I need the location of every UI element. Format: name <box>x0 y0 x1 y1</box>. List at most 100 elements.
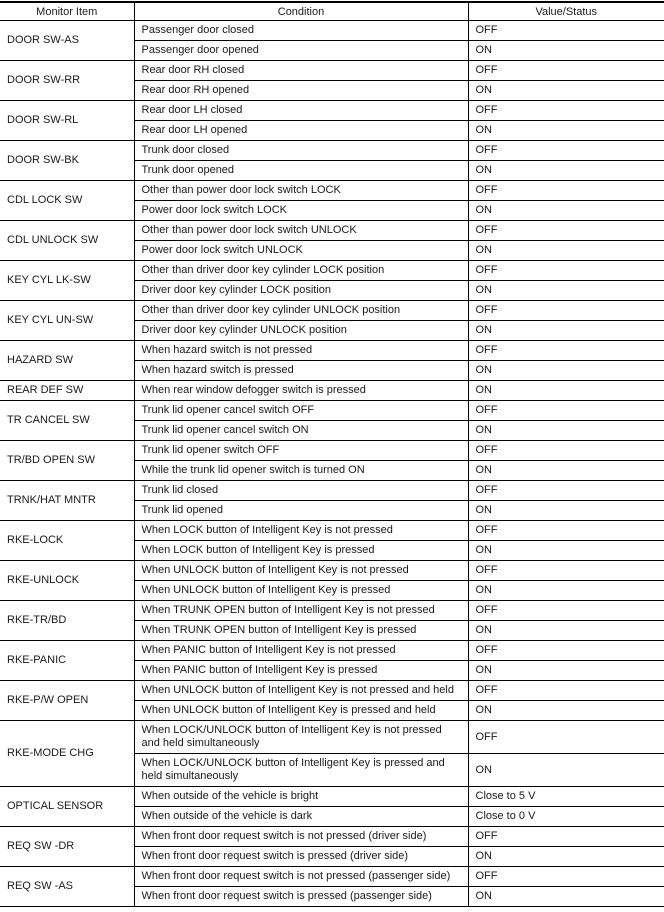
monitor-item-cell: RKE-P/W OPEN <box>0 680 134 721</box>
value-status-cell: OFF <box>467 220 664 241</box>
value-status-cell: ON <box>467 753 664 787</box>
monitor-item-cell: KEY CYL LK-SW <box>0 260 134 301</box>
value-status-cell: OFF <box>467 20 664 41</box>
table-row: DOOR SW-BK Trunk door closed OFF <box>0 140 664 181</box>
condition-cell: When rear window defogger switch is pres… <box>133 380 468 401</box>
value-status-cell: ON <box>467 160 664 181</box>
condition-cell: Rear door LH opened <box>133 120 468 141</box>
condition-cell: When TRUNK OPEN button of Intelligent Ke… <box>133 620 468 641</box>
monitor-item-cell: TR/BD OPEN SW <box>0 440 134 481</box>
value-status-cell: OFF <box>467 520 664 541</box>
table-row: CDL UNLOCK SW Other than power door lock … <box>0 220 664 261</box>
table-row: REQ SW -AS When front door request switch… <box>0 866 664 907</box>
monitor-item-cell: CDL LOCK SW <box>0 180 134 221</box>
monitor-item-cell: DOOR SW-RR <box>0 60 134 101</box>
table-row: RKE-P/W OPEN When UNLOCK button of Intell… <box>0 680 664 721</box>
table-header: Monitor Item Condition Value/Status <box>0 1 664 21</box>
table-body: DOOR SW-AS Passenger door closed OFF Passen… <box>0 20 664 907</box>
value-status-cell: ON <box>467 240 664 261</box>
value-status-cell: ON <box>467 886 664 907</box>
monitor-item-cell: RKE-PANIC <box>0 640 134 681</box>
table-row: TRNK/HAT MNTR Trunk lid closed OFF <box>0 480 664 521</box>
condition-cell: Power door lock switch UNLOCK <box>133 240 468 261</box>
monitor-item-cell: RKE-LOCK <box>0 520 134 561</box>
condition-cell: Trunk door opened <box>133 160 468 181</box>
condition-cell: When hazard switch is not pressed <box>133 340 468 361</box>
table-row: TR/BD OPEN SW Trunk lid opener switch OFF… <box>0 440 664 481</box>
table-row: HAZARD SW When hazard switch is not press… <box>0 340 664 381</box>
condition-cell: Driver door key cylinder LOCK position <box>133 280 468 301</box>
condition-cell: Trunk lid opener cancel switch ON <box>133 420 468 441</box>
condition-cell: When UNLOCK button of Intelligent Key is… <box>133 580 468 601</box>
monitor-item-cell: DOOR SW-AS <box>0 20 134 61</box>
condition-cell: Other than driver door key cylinder UNLO… <box>133 300 468 321</box>
condition-cell: When front door request switch is presse… <box>133 846 468 867</box>
table-row: RKE-UNLOCK When UNLOCK button of Intellig… <box>0 560 664 601</box>
value-status-cell: OFF <box>467 560 664 581</box>
value-status-cell: OFF <box>467 400 664 421</box>
value-status-cell: OFF <box>467 300 664 321</box>
table-row: REAR DEF SW When rear window defogger swi… <box>0 380 664 401</box>
table-row: DOOR SW-AS Passenger door closed OFF <box>0 20 664 61</box>
condition-cell: When front door request switch is not pr… <box>133 826 468 847</box>
condition-cell: Power door lock switch LOCK <box>133 200 468 221</box>
condition-cell: When LOCK button of Intelligent Key is n… <box>133 520 468 541</box>
value-status-cell: ON <box>467 420 664 441</box>
condition-cell: When TRUNK OPEN button of Intelligent Ke… <box>133 600 468 621</box>
condition-cell: Other than power door lock switch LOCK <box>133 180 468 201</box>
condition-cell: Trunk door closed <box>133 140 468 161</box>
condition-cell: Trunk lid opened <box>133 500 468 521</box>
value-status-cell: OFF <box>467 60 664 81</box>
header-monitor-item: Monitor Item <box>0 1 134 21</box>
value-status-cell: ON <box>467 80 664 101</box>
value-status-cell: OFF <box>467 180 664 201</box>
value-status-cell: ON <box>467 200 664 221</box>
condition-cell: When outside of the vehicle is bright <box>133 786 468 807</box>
table-row: CDL LOCK SW Other than power door lock sw… <box>0 180 664 221</box>
monitor-item-cell: TRNK/HAT MNTR <box>0 480 134 521</box>
monitor-item-cell: KEY CYL UN-SW <box>0 300 134 341</box>
condition-cell: When PANIC button of Intelligent Key is … <box>133 660 468 681</box>
condition-cell: Rear door LH closed <box>133 100 468 121</box>
value-status-cell: ON <box>467 500 664 521</box>
condition-cell: When UNLOCK button of Intelligent Key is… <box>133 560 468 581</box>
condition-cell: Other than driver door key cylinder LOCK… <box>133 260 468 281</box>
monitor-item-cell: DOOR SW-BK <box>0 140 134 181</box>
table-row: RKE-TR/BD When TRUNK OPEN button of Intel… <box>0 600 664 641</box>
value-status-cell: OFF <box>467 826 664 847</box>
condition-cell: When LOCK/UNLOCK button of Intelligent K… <box>133 720 468 754</box>
value-status-cell: OFF <box>467 100 664 121</box>
table-row: KEY CYL UN-SW Other than driver door key … <box>0 300 664 341</box>
table-row: OPTICAL SENSOR When outside of the vehicl… <box>0 786 664 827</box>
condition-cell: When UNLOCK button of Intelligent Key is… <box>133 700 468 721</box>
condition-cell: Trunk lid opener switch OFF <box>133 440 468 461</box>
condition-cell: Other than power door lock switch UNLOCK <box>133 220 468 241</box>
condition-cell: When LOCK/UNLOCK button of Intelligent K… <box>133 753 468 787</box>
table-row: DOOR SW-RL Rear door LH closed OFF <box>0 100 664 141</box>
header-row: Monitor Item Condition Value/Status <box>0 1 664 21</box>
value-status-cell: OFF <box>467 140 664 161</box>
monitor-item-cell: RKE-MODE CHG <box>0 720 134 787</box>
table-row: RKE-PANIC When PANIC button of Intelligen… <box>0 640 664 681</box>
header-condition: Condition <box>133 1 468 21</box>
condition-cell: When PANIC button of Intelligent Key is … <box>133 640 468 661</box>
table-row: DOOR SW-RR Rear door RH closed OFF <box>0 60 664 101</box>
monitor-item-table: Monitor Item Condition Value/Status DOOR… <box>0 1 664 907</box>
monitor-item-cell: REQ SW -AS <box>0 866 134 907</box>
value-status-cell: ON <box>467 700 664 721</box>
condition-cell: When front door request switch is not pr… <box>133 866 468 887</box>
condition-cell: When hazard switch is pressed <box>133 360 468 381</box>
value-status-cell: OFF <box>467 720 664 754</box>
monitor-item-cell: TR CANCEL SW <box>0 400 134 441</box>
value-status-cell: Close to 0 V <box>467 806 664 827</box>
value-status-cell: OFF <box>467 866 664 887</box>
table-row: TR CANCEL SW Trunk lid opener cancel swit… <box>0 400 664 441</box>
monitor-item-cell: REQ SW -DR <box>0 826 134 867</box>
table-row: RKE-LOCK When LOCK button of Intelligent … <box>0 520 664 561</box>
value-status-cell: OFF <box>467 640 664 661</box>
monitor-item-cell: CDL UNLOCK SW <box>0 220 134 261</box>
monitor-item-cell: RKE-UNLOCK <box>0 560 134 601</box>
value-status-cell: OFF <box>467 440 664 461</box>
value-status-cell: ON <box>467 620 664 641</box>
condition-cell: Rear door RH closed <box>133 60 468 81</box>
